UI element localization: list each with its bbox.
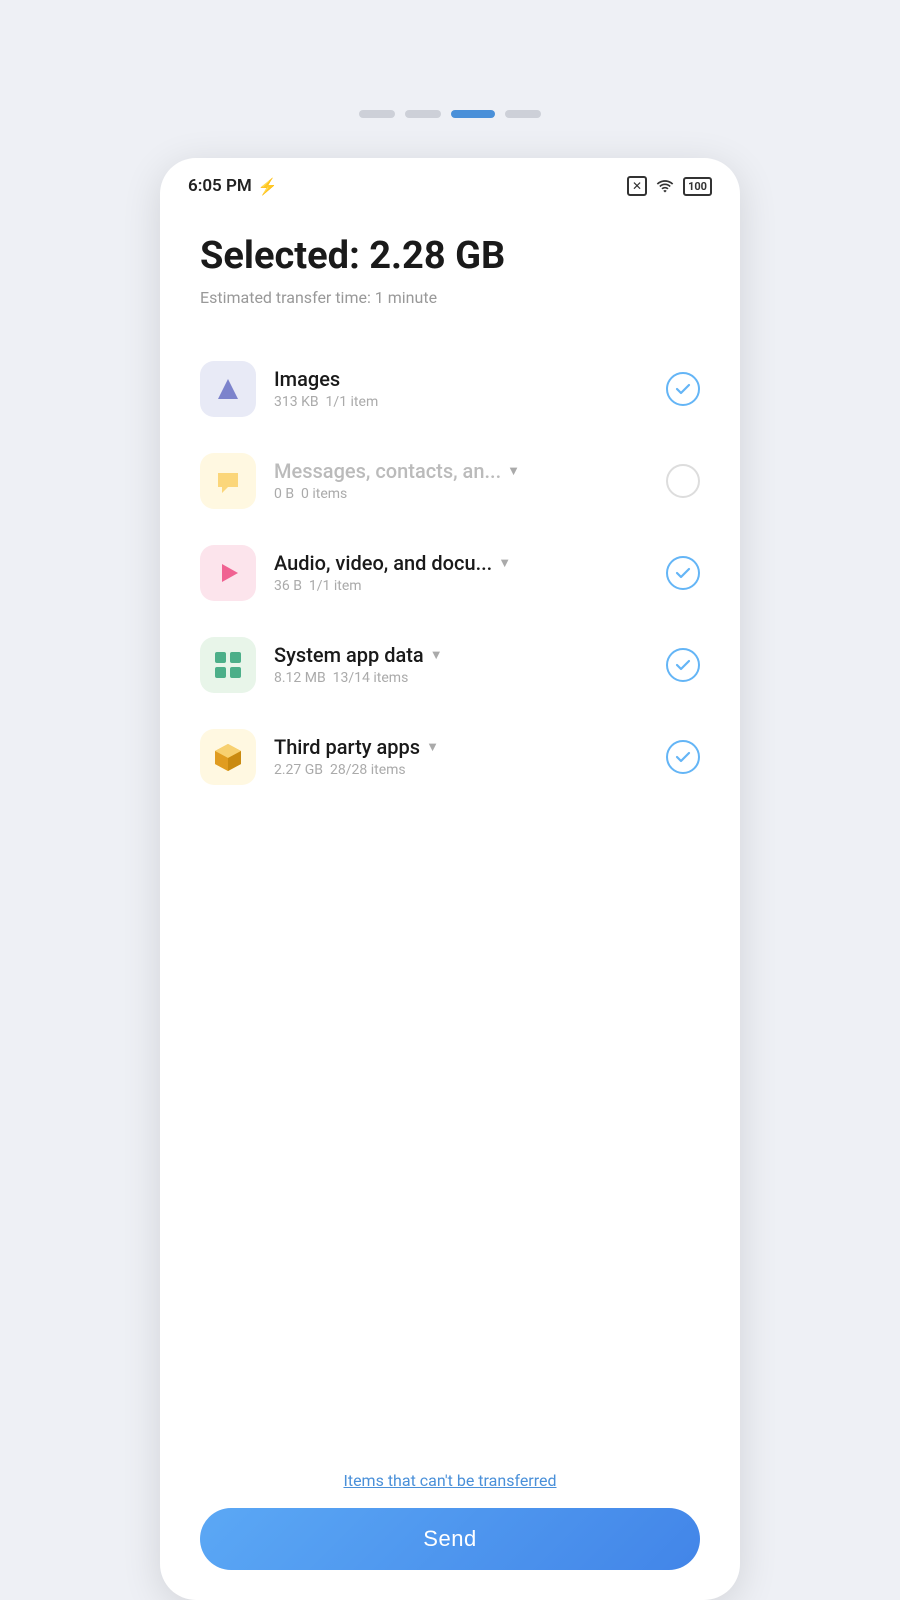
messages-icon <box>200 453 256 509</box>
messages-meta: 0 B 0 items <box>274 486 648 502</box>
system-icon <box>200 637 256 693</box>
screen-icon: ✕ <box>627 176 647 196</box>
thirdparty-info: Third party apps ▼ 2.27 GB 28/28 items <box>274 735 648 778</box>
transfer-list: Images 313 KB 1/1 item <box>200 343 700 803</box>
images-icon <box>200 361 256 417</box>
audio-name: Audio, video, and docu... ▼ <box>274 551 648 575</box>
system-name: System app data ▼ <box>274 643 648 667</box>
cant-transfer-link[interactable]: Items that can't be transferred <box>343 1471 556 1490</box>
messages-name: Messages, contacts, an... ▼ <box>274 459 648 483</box>
thirdparty-name: Third party apps ▼ <box>274 735 648 759</box>
status-icons: ✕ 100 <box>627 176 712 196</box>
system-meta: 8.12 MB 13/14 items <box>274 670 648 686</box>
images-info: Images 313 KB 1/1 item <box>274 367 648 410</box>
images-name: Images <box>274 367 648 391</box>
chevron-down-icon: ▼ <box>498 555 511 571</box>
indicator-dot-1[interactable] <box>359 110 395 118</box>
time-label: 6:05 PM <box>188 176 252 196</box>
selected-title: Selected: 2.28 GB <box>200 236 700 278</box>
list-item[interactable]: Images 313 KB 1/1 item <box>200 343 700 435</box>
send-button[interactable]: Send <box>200 1508 700 1570</box>
thirdparty-icon <box>200 729 256 785</box>
page-indicators <box>359 110 541 118</box>
list-item[interactable]: Messages, contacts, an... ▼ 0 B 0 items <box>200 435 700 527</box>
messages-info: Messages, contacts, an... ▼ 0 B 0 items <box>274 459 648 502</box>
system-check[interactable] <box>666 648 700 682</box>
system-info: System app data ▼ 8.12 MB 13/14 items <box>274 643 648 686</box>
audio-info: Audio, video, and docu... ▼ 36 B 1/1 ite… <box>274 551 648 594</box>
audio-icon <box>200 545 256 601</box>
indicator-dot-4[interactable] <box>505 110 541 118</box>
thirdparty-meta: 2.27 GB 28/28 items <box>274 762 648 778</box>
zap-icon: ⚡ <box>258 177 278 196</box>
list-item[interactable]: Audio, video, and docu... ▼ 36 B 1/1 ite… <box>200 527 700 619</box>
status-time: 6:05 PM ⚡ <box>188 176 278 196</box>
status-bar: 6:05 PM ⚡ ✕ 100 <box>160 158 740 206</box>
indicator-dot-2[interactable] <box>405 110 441 118</box>
thirdparty-check[interactable] <box>666 740 700 774</box>
main-content: Selected: 2.28 GB Estimated transfer tim… <box>160 206 740 1461</box>
chevron-down-icon: ▼ <box>507 463 520 479</box>
messages-check[interactable] <box>666 464 700 498</box>
bottom-section: Items that can't be transferred Send <box>160 1461 740 1600</box>
list-item[interactable]: System app data ▼ 8.12 MB 13/14 items <box>200 619 700 711</box>
audio-meta: 36 B 1/1 item <box>274 578 648 594</box>
images-check[interactable] <box>666 372 700 406</box>
estimated-time: Estimated transfer time: 1 minute <box>200 288 700 307</box>
list-item[interactable]: Third party apps ▼ 2.27 GB 28/28 items <box>200 711 700 803</box>
chevron-down-icon: ▼ <box>426 739 439 755</box>
audio-check[interactable] <box>666 556 700 590</box>
wifi-icon <box>655 178 675 194</box>
battery-icon: 100 <box>683 177 712 196</box>
chevron-down-icon: ▼ <box>430 647 443 663</box>
phone-frame: 6:05 PM ⚡ ✕ 100 Selected: 2.28 GB Estima… <box>160 158 740 1600</box>
images-meta: 313 KB 1/1 item <box>274 394 648 410</box>
indicator-dot-3[interactable] <box>451 110 495 118</box>
